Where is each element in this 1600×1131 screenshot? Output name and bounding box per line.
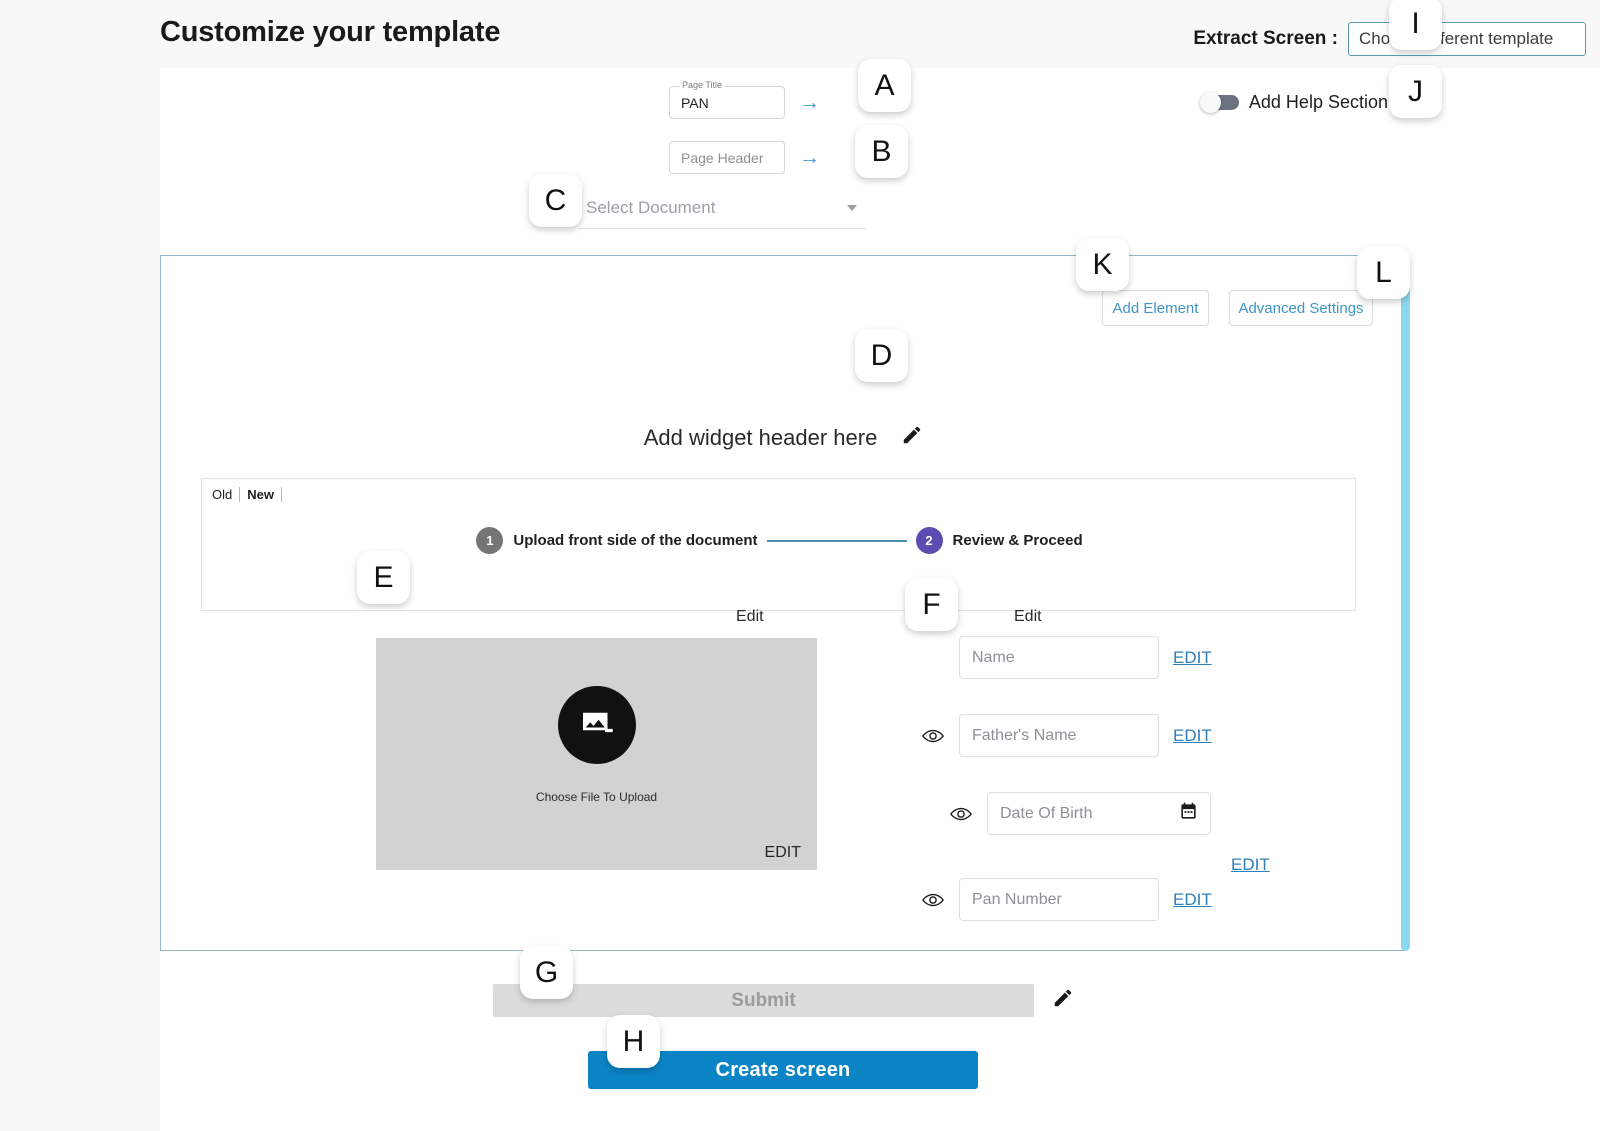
- widget-scrollbar[interactable]: [1401, 255, 1410, 951]
- page-meta-fields: Page Title PAN → Page Header →: [669, 80, 820, 196]
- calendar-icon[interactable]: [1179, 802, 1198, 826]
- image-placeholder-icon: [557, 686, 636, 764]
- add-help-section-row: Add Help Section: [1199, 92, 1388, 113]
- widget-header-text: Add widget header here: [643, 424, 878, 450]
- date-of-birth-input[interactable]: Date Of Birth: [987, 792, 1211, 835]
- date-of-birth-edit-link[interactable]: EDIT: [1231, 855, 1270, 875]
- fathers-name-edit-link[interactable]: EDIT: [1173, 726, 1212, 746]
- advanced-settings-button[interactable]: Advanced Settings: [1229, 290, 1373, 326]
- name-input[interactable]: Name: [959, 636, 1159, 679]
- file-upload-dropzone[interactable]: Choose File To Upload EDIT: [376, 638, 817, 870]
- widget-canvas: Add Element Advanced Settings Add widget…: [160, 255, 1405, 951]
- callout-marker-i: I: [1389, 0, 1442, 50]
- extract-screen-label: Extract Screen :: [1193, 28, 1338, 49]
- callout-marker-j: J: [1389, 65, 1442, 118]
- eye-icon-pan-number[interactable]: [921, 888, 945, 912]
- page-title: Customize your template: [160, 16, 501, 48]
- page-title-submit-arrow-icon[interactable]: →: [799, 92, 820, 113]
- chevron-down-icon: [847, 205, 857, 211]
- add-help-section-toggle[interactable]: [1199, 92, 1239, 113]
- date-of-birth-placeholder: Date Of Birth: [1000, 804, 1093, 822]
- toggle-knob: [1199, 92, 1221, 113]
- callout-marker-k: K: [1076, 238, 1129, 291]
- step-2-number: 2: [915, 527, 943, 554]
- stepper-connector: [766, 539, 907, 542]
- step-2[interactable]: 2 Review & Proceed: [915, 527, 1083, 554]
- add-help-section-label: Add Help Section: [1248, 92, 1388, 112]
- field-row-pan-number: Pan Number EDIT: [921, 878, 1212, 921]
- page-header-row: Page Header →: [669, 141, 820, 174]
- callout-marker-g: G: [520, 946, 573, 999]
- widget-header-pencil-icon[interactable]: [901, 424, 923, 451]
- callout-marker-e: E: [357, 551, 410, 604]
- step-1-number: 1: [476, 527, 504, 554]
- callout-marker-l: L: [1357, 246, 1410, 299]
- submit-pencil-icon[interactable]: [1052, 987, 1074, 1014]
- fathers-name-input[interactable]: Father's Name: [959, 714, 1159, 757]
- page-header-field[interactable]: Page Header: [669, 141, 785, 174]
- eye-icon-date-of-birth[interactable]: [949, 802, 973, 826]
- callout-marker-c: C: [529, 174, 582, 227]
- field-row-fathers-name: Father's Name EDIT: [921, 714, 1212, 757]
- edit-label-left[interactable]: Edit: [736, 608, 764, 626]
- name-edit-link[interactable]: EDIT: [1173, 648, 1212, 668]
- page-title-row: Page Title PAN →: [669, 80, 820, 119]
- callout-marker-d: D: [855, 329, 908, 382]
- page-header-submit-arrow-icon[interactable]: →: [799, 147, 820, 168]
- add-element-button[interactable]: Add Element: [1102, 290, 1209, 326]
- step-2-label: Review & Proceed: [952, 532, 1083, 549]
- tab-new[interactable]: New: [240, 487, 281, 502]
- callout-marker-h: H: [607, 1015, 660, 1068]
- callout-marker-a: A: [858, 59, 911, 112]
- submit-row: Submit: [493, 984, 1074, 1017]
- step-1[interactable]: 1 Upload front side of the document: [476, 527, 758, 554]
- eye-icon-fathers-name[interactable]: [921, 724, 945, 748]
- page-title-field[interactable]: Page Title PAN: [669, 80, 785, 119]
- upload-caption: Choose File To Upload: [535, 790, 658, 804]
- widget-header-row: Add widget header here: [161, 424, 1406, 451]
- step-1-label: Upload front side of the document: [513, 532, 758, 549]
- select-document-placeholder: Select Document: [586, 198, 716, 217]
- page-title-value: PAN: [681, 95, 709, 111]
- pan-number-edit-link[interactable]: EDIT: [1173, 890, 1212, 910]
- stepper: 1 Upload front side of the document 2 Re…: [202, 527, 1357, 554]
- choose-template-select[interactable]: Choose different template: [1348, 22, 1586, 56]
- field-row-name: Name EDIT: [921, 636, 1212, 679]
- field-row-date-of-birth: Date Of Birth: [949, 792, 1211, 835]
- old-new-tabs: Old New: [212, 487, 282, 502]
- tab-old[interactable]: Old: [212, 487, 239, 502]
- submit-button[interactable]: Submit: [493, 984, 1034, 1017]
- callout-marker-f: F: [905, 578, 958, 631]
- upload-edit-button[interactable]: EDIT: [765, 844, 801, 862]
- pan-number-input[interactable]: Pan Number: [959, 878, 1159, 921]
- tab-divider-2: [280, 487, 282, 502]
- callout-marker-b: B: [855, 125, 908, 178]
- select-document-dropdown[interactable]: Select Document: [578, 188, 866, 229]
- page-title-legend: Page Title: [679, 80, 726, 91]
- page-header-placeholder: Page Header: [681, 150, 764, 166]
- edit-label-right[interactable]: Edit: [1014, 608, 1042, 626]
